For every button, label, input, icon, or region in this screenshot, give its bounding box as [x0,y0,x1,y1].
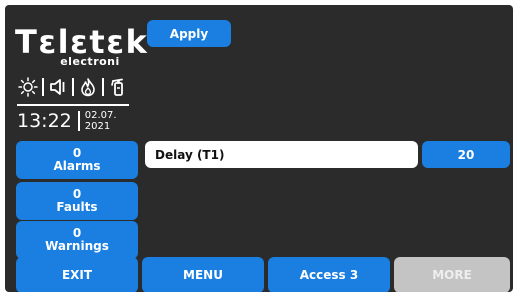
apply-button[interactable]: Apply [147,20,231,47]
fire-icon [77,76,99,98]
clock-display: 13:22 02.07. 2021 [17,110,117,132]
status-icon-bar [17,75,133,99]
panel-screen: Tεlεtεk electroni 13:22 02.07. 2021 Appl… [5,5,513,292]
speaker-icon [47,76,69,98]
clock-date: 02.07. 2021 [85,110,117,132]
sun-icon [17,76,39,98]
header-divider [17,104,129,106]
alarms-button[interactable]: 0 Alarms [16,141,138,179]
extinguisher-icon [107,76,129,98]
icon-separator [42,78,44,96]
warnings-button[interactable]: 0 Warnings [16,221,138,259]
alarms-label: Alarms [53,159,101,173]
clock-date-year: 2021 [84,121,111,132]
faults-button[interactable]: 0 Faults [16,182,138,220]
more-button[interactable]: MORE [394,257,510,292]
icon-separator [102,78,104,96]
icon-separator [72,78,74,96]
parameter-value-button[interactable]: 20 [422,141,510,168]
faults-label: Faults [56,200,98,214]
access-level-button[interactable]: Access 3 [268,257,390,292]
clock-time: 13:22 [17,110,72,132]
clock-date-day-month: 02.07. [84,110,117,121]
clock-separator [77,111,80,131]
menu-button[interactable]: MENU [142,257,264,292]
exit-button[interactable]: EXIT [16,257,138,292]
warnings-label: Warnings [45,239,109,253]
teletek-logo: Tεlεtεk electroni [15,23,149,68]
logo-brand: Tεlεtεk [15,23,149,61]
parameter-name-field[interactable]: Delay (T1) [145,141,418,168]
